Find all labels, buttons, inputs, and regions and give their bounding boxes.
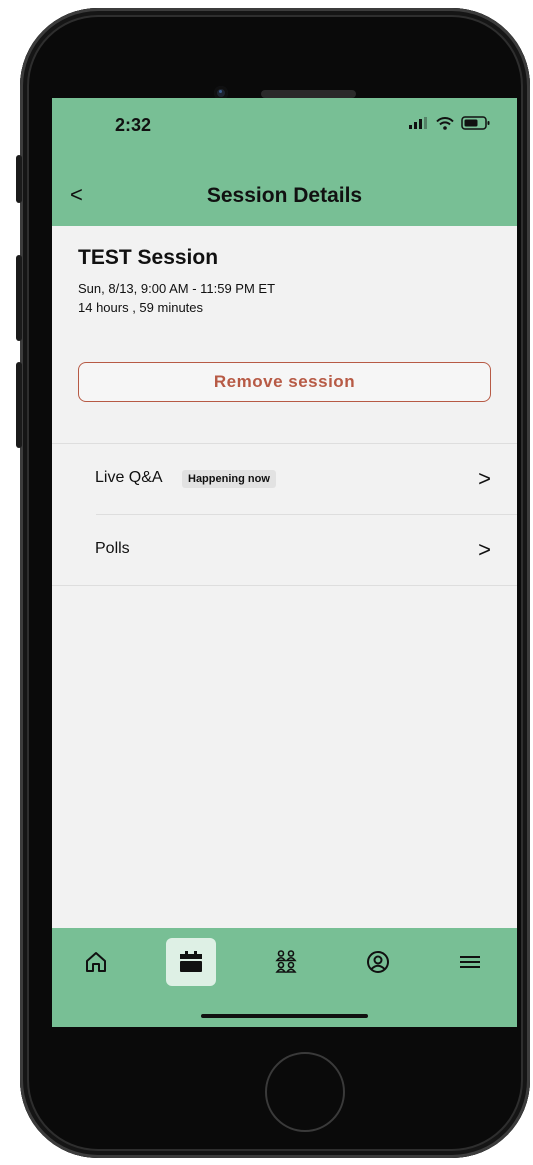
tab-attendees[interactable] [261, 938, 311, 986]
mute-switch [16, 155, 22, 203]
volume-up-button [16, 255, 22, 341]
people-icon [275, 950, 297, 973]
tab-profile[interactable] [353, 938, 403, 986]
volume-down-button [16, 362, 22, 448]
tab-menu[interactable] [445, 938, 495, 986]
header: 2:32 < Session Details [52, 98, 517, 226]
remove-session-button[interactable]: Remove session [78, 362, 491, 402]
status-time: 2:32 [115, 115, 152, 135]
session-duration: 14 hours , 59 minutes [78, 300, 204, 315]
tab-home[interactable] [71, 938, 121, 986]
home-hardware-button[interactable] [265, 1052, 345, 1132]
chevron-right-icon: > [478, 466, 491, 491]
live-qa-row[interactable]: Live Q&A Happening now > [52, 444, 517, 514]
chevron-right-icon: > [478, 537, 491, 562]
session-title: TEST Session [78, 246, 219, 269]
polls-row[interactable]: Polls > [52, 515, 517, 585]
calendar-icon [180, 951, 202, 972]
session-date-time: Sun, 8/13, 9:00 AM - 11:59 PM ET [78, 281, 276, 296]
earpiece-speaker [261, 90, 356, 98]
profile-icon [367, 951, 389, 973]
app-screen: 2:32 < Session Details TEST Session Sun,… [52, 98, 517, 1027]
bottom-tab-bar [52, 928, 517, 1027]
divider [52, 585, 517, 586]
cellular-signal-icon [409, 117, 427, 129]
row-label: Live Q&A [95, 469, 163, 486]
home-indicator [201, 1014, 368, 1018]
menu-icon [460, 956, 480, 968]
tab-schedule[interactable] [166, 938, 216, 986]
page-title: Session Details [206, 184, 363, 207]
status-icons [409, 116, 491, 130]
wifi-icon [436, 116, 454, 130]
row-label: Polls [95, 540, 130, 557]
battery-icon [461, 116, 490, 130]
home-icon [86, 952, 106, 972]
happening-now-badge: Happening now [182, 470, 276, 488]
